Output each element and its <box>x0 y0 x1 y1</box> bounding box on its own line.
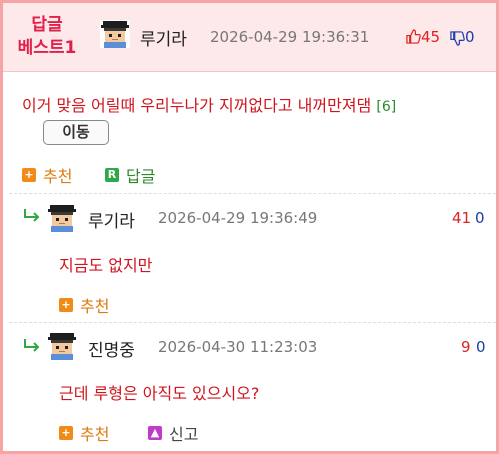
reply-button[interactable]: R 답글 <box>105 163 155 187</box>
recommend-label: 추천 <box>80 297 110 316</box>
move-button[interactable]: 이동 <box>43 120 109 145</box>
recommend-label: 추천 <box>43 167 73 186</box>
plus-icon: + <box>22 168 36 182</box>
pixel-avatar-icon[interactable] <box>47 204 77 232</box>
upvote-count[interactable]: 41 <box>452 209 471 227</box>
downvote-button[interactable]: 0 <box>450 28 475 46</box>
recommend-button[interactable]: + 추천 <box>22 163 72 187</box>
comment-author[interactable]: 루기라 <box>140 25 187 50</box>
comment-timestamp: 2026-04-29 19:36:31 <box>210 28 370 46</box>
pixel-avatar-icon[interactable] <box>47 332 77 360</box>
comment-body: 이거 맞음 어릴때 우리누나가 지꺼없다고 내꺼만져댐 [6] <box>22 92 396 116</box>
divider <box>9 193 496 194</box>
thumbs-down-icon <box>450 31 465 46</box>
recommend-label: 추천 <box>80 425 110 444</box>
upvote-button[interactable]: 45 <box>406 28 440 46</box>
best-comment-header: 답글 베스트1 루기라 2026-04-29 19:36:31 45 0 <box>3 3 496 72</box>
pixel-avatar-icon[interactable] <box>100 20 130 48</box>
reply-count[interactable]: [6] <box>376 99 396 115</box>
thumbs-up-icon <box>406 29 421 44</box>
plus-icon: + <box>59 426 73 440</box>
divider <box>9 322 496 323</box>
recommend-button[interactable]: + 추천 <box>59 421 109 445</box>
reply-author[interactable]: 루기라 <box>88 207 135 232</box>
upvote-count[interactable]: 9 <box>461 338 471 356</box>
downvote-count[interactable]: 0 <box>475 209 485 227</box>
report-icon: ▲ <box>148 426 162 440</box>
reply-timestamp: 2026-04-29 19:36:49 <box>158 209 318 227</box>
badge-line-1: 답글 <box>31 15 63 35</box>
reply-timestamp: 2026-04-30 11:23:03 <box>158 338 318 356</box>
report-button[interactable]: ▲ 신고 <box>148 421 198 445</box>
report-label: 신고 <box>169 425 199 444</box>
reply-label: 답글 <box>126 167 156 186</box>
downvote-count: 0 <box>465 28 475 46</box>
reply-arrow-icon <box>23 338 41 352</box>
plus-icon: + <box>59 298 73 312</box>
best-comment-card: 답글 베스트1 루기라 2026-04-29 19:36:31 45 0 이거 … <box>0 0 499 454</box>
reply-text: 근데 루형은 아직도 있으시오? <box>59 384 260 403</box>
recommend-button[interactable]: + 추천 <box>59 293 109 317</box>
reply-text: 지금도 없지만 <box>59 256 153 275</box>
downvote-count[interactable]: 0 <box>476 338 486 356</box>
reply-arrow-icon <box>23 208 41 222</box>
reply-author[interactable]: 진명중 <box>88 336 135 361</box>
comment-text: 이거 맞음 어릴때 우리누나가 지꺼없다고 내꺼만져댐 <box>22 96 372 115</box>
upvote-count: 45 <box>421 28 441 46</box>
badge-line-2: 베스트1 <box>17 38 77 58</box>
reply-r-icon: R <box>105 168 119 182</box>
best-reply-badge: 답글 베스트1 <box>13 14 81 60</box>
